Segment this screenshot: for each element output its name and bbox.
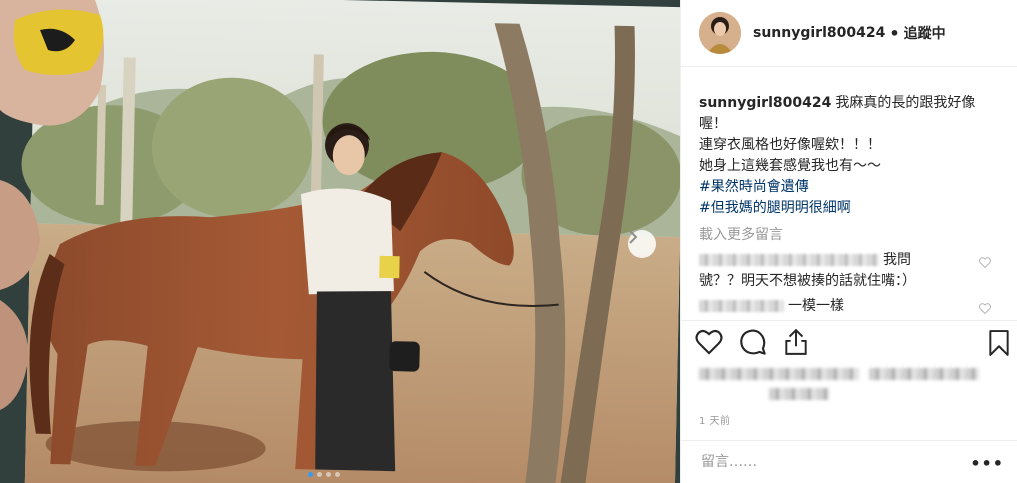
blurred-username (699, 254, 879, 266)
blurred-likes-line (769, 388, 829, 400)
comment-item: 一模一樣 (699, 296, 997, 317)
hashtag-link[interactable]: #果然時尚會遺傳 (699, 179, 809, 195)
hashtag-link[interactable]: #但我媽的腿明明很細啊 (699, 200, 851, 216)
likes-summary-blurred (699, 368, 979, 404)
comment-item: 我問 號？？明天不想被揍的話就住嘴：） (699, 250, 997, 292)
carousel-dot (308, 472, 313, 477)
carousel-indicator (308, 472, 340, 477)
like-button[interactable] (695, 329, 723, 355)
post-action-bar (681, 320, 1017, 362)
blurred-username (699, 300, 784, 312)
post-timestamp[interactable]: 1 天前 (699, 412, 731, 427)
caption-line: 她身上這幾套感覺我也有～～ (699, 158, 881, 174)
heart-icon (695, 329, 723, 355)
post-header: sunnygirl800424 • 追蹤中 (681, 0, 1017, 67)
post-photo[interactable] (0, 0, 680, 483)
bookmark-icon (989, 330, 1009, 356)
caption-line: 連穿衣風格也好像喔欸！！！ (699, 137, 881, 153)
header-separator: • (889, 23, 900, 43)
comment-text: 我問 (883, 252, 911, 268)
caption-username[interactable]: sunnygirl800424 (699, 95, 831, 111)
add-comment-bar: ••• (681, 440, 1017, 483)
carousel-next-button[interactable] (628, 230, 656, 258)
carousel-dot (335, 472, 340, 477)
heart-icon (979, 303, 991, 315)
comment-bubble-icon (740, 329, 766, 355)
chevron-right-icon (629, 230, 638, 244)
share-button[interactable] (783, 328, 809, 356)
more-options-icon[interactable]: ••• (970, 454, 1004, 473)
comment-like-button[interactable] (979, 300, 991, 321)
carousel-dot (317, 472, 322, 477)
comment-input[interactable] (699, 453, 963, 471)
following-button[interactable]: 追蹤中 (904, 23, 946, 43)
comment-button[interactable] (739, 328, 767, 356)
comments-section: sunnygirl800424 我麻真的長的跟我好像喔！ 連穿衣風格也好像喔欸！！… (681, 67, 1017, 317)
post-author-username[interactable]: sunnygirl800424 (753, 25, 885, 41)
save-button[interactable] (988, 330, 1010, 360)
photo-illustration (0, 0, 680, 483)
avatar-image (699, 12, 741, 54)
blurred-likes-line (869, 368, 979, 380)
comment-text: 一模一樣 (788, 298, 844, 314)
post-side-panel: sunnygirl800424 • 追蹤中 sunnygirl800424 我麻真… (680, 0, 1017, 483)
comment-text: 號？？明天不想被揍的話就住嘴：） (699, 273, 916, 289)
avatar[interactable] (699, 12, 741, 54)
heart-icon (979, 257, 991, 269)
blurred-likes-line (699, 368, 859, 380)
share-icon (785, 328, 807, 355)
load-more-comments-button[interactable]: 載入更多留言 (699, 225, 783, 246)
post-caption: sunnygirl800424 我麻真的長的跟我好像喔！ 連穿衣風格也好像喔欸！！… (699, 93, 997, 219)
carousel-dot (326, 472, 331, 477)
comment-like-button[interactable] (979, 254, 991, 275)
